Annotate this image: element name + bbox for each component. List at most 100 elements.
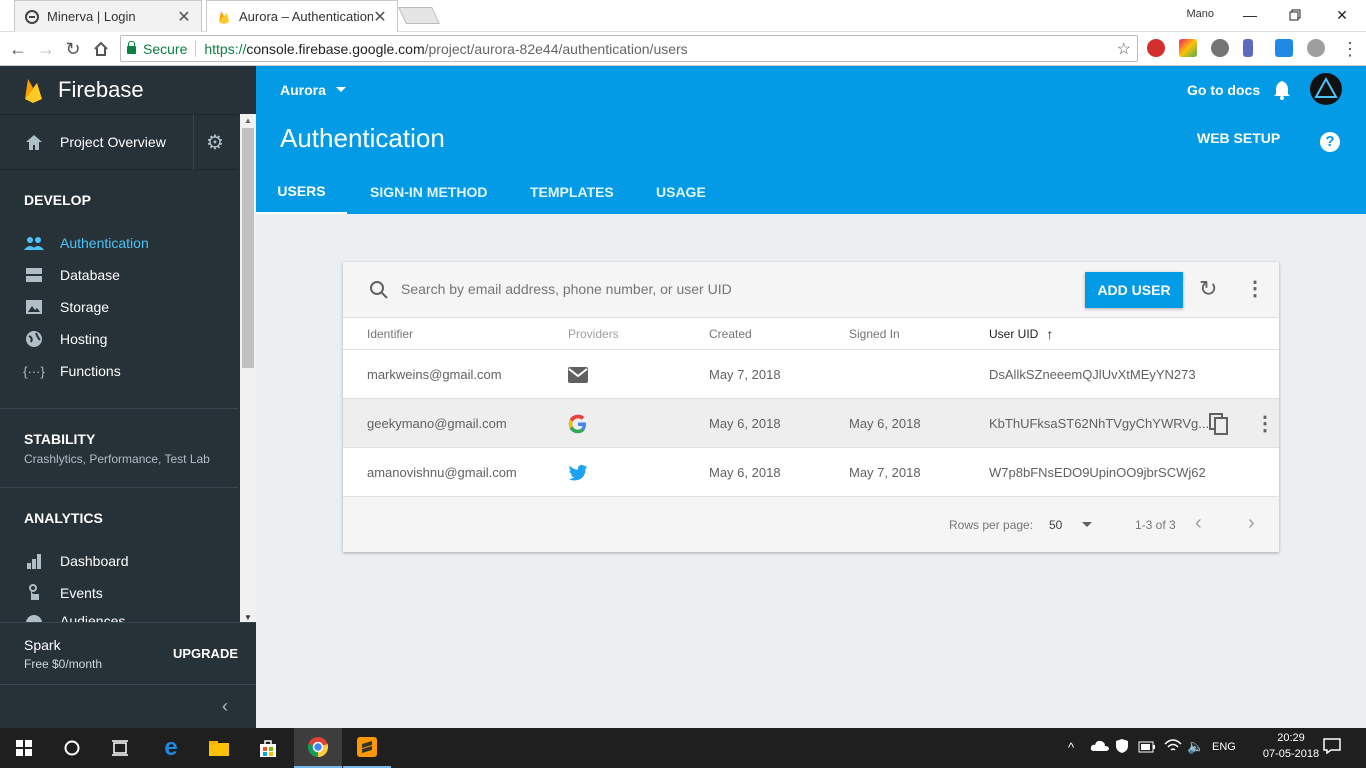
sidebar-item-dashboard[interactable]: Dashboard	[24, 549, 129, 573]
chrome-menu-icon[interactable]: ⋮	[1338, 37, 1362, 61]
previous-page-icon[interactable]: ‹	[1195, 512, 1202, 535]
go-to-docs-link[interactable]: Go to docs	[1187, 82, 1260, 98]
close-tab-icon[interactable]: ✕	[177, 7, 191, 27]
extension-icon[interactable]	[1179, 39, 1197, 57]
uid-cell: KbThUFksaST62NhTVgyChYWRVg...	[989, 416, 1210, 431]
row-more-vert-icon[interactable]: ⋮	[1255, 399, 1275, 448]
column-header-created[interactable]: Created	[709, 318, 752, 350]
table-row[interactable]: amanovishnu@gmail.com May 6, 2018 May 7,…	[343, 447, 1279, 496]
browser-tab-minerva[interactable]: Minerva | Login ✕	[14, 0, 202, 32]
edge-icon[interactable]: e	[147, 728, 195, 768]
next-page-icon[interactable]: ›	[1248, 512, 1255, 535]
users-table-card: ADD USER ↻ ⋮ Identifier Providers Create…	[343, 262, 1279, 552]
tab-users[interactable]: USERS	[256, 170, 347, 214]
copy-uid-icon[interactable]	[1209, 399, 1229, 448]
plan-section: Spark Free $0/month UPGRADE	[0, 622, 256, 684]
browser-profile-name[interactable]: Mano	[1186, 8, 1214, 20]
search-input[interactable]	[401, 276, 1001, 302]
tab-usage[interactable]: USAGE	[656, 170, 706, 214]
address-bar[interactable]: Secure https://console.firebase.google.c…	[120, 35, 1138, 62]
page-header: Aurora Go to docs Authentication WEB SET…	[256, 66, 1366, 214]
language-indicator[interactable]: ENG	[1212, 741, 1236, 753]
identifier-cell: geekymano@gmail.com	[367, 416, 507, 431]
upgrade-button[interactable]: UPGRADE	[173, 646, 238, 661]
stability-heading[interactable]: STABILITY	[24, 431, 95, 447]
twitter-provider-icon	[568, 448, 588, 497]
adblock-extension-icon[interactable]	[1147, 39, 1165, 57]
plan-price: Free $0/month	[24, 657, 103, 671]
scroll-down-icon[interactable]: ▼	[244, 613, 252, 622]
column-header-identifier[interactable]: Identifier	[367, 318, 413, 350]
eyedropper-extension-icon[interactable]	[1243, 39, 1253, 57]
globe-icon	[24, 613, 44, 622]
extension-icon[interactable]	[1307, 39, 1325, 57]
forward-icon[interactable]: →	[34, 37, 58, 61]
help-icon[interactable]: ?	[1320, 132, 1340, 152]
reload-icon[interactable]: ↻	[61, 37, 85, 61]
refresh-icon[interactable]: ↻	[1199, 276, 1217, 302]
sidebar-item-audiences[interactable]: Audiences	[24, 613, 125, 622]
sidebar-item-authentication[interactable]: Authentication	[24, 231, 149, 255]
show-hidden-icons-icon[interactable]: ^	[1068, 740, 1074, 755]
browser-tab-aurora[interactable]: Aurora – Authentication - ✕	[206, 0, 398, 32]
onedrive-icon[interactable]	[1090, 738, 1110, 757]
close-tab-icon[interactable]: ✕	[373, 7, 387, 27]
secure-indicator[interactable]: Secure	[127, 40, 187, 57]
home-icon[interactable]	[89, 37, 113, 61]
task-view-icon[interactable]	[96, 728, 144, 768]
sidebar-item-database[interactable]: Database	[24, 263, 120, 287]
signed-in-cell: May 6, 2018	[849, 416, 921, 431]
column-header-signed-in[interactable]: Signed In	[849, 318, 900, 350]
close-window-icon[interactable]: ✕	[1330, 4, 1354, 26]
restore-icon[interactable]	[1283, 4, 1307, 26]
firebase-favicon-icon	[217, 10, 231, 24]
sublime-text-icon[interactable]	[343, 728, 391, 768]
firebase-logo[interactable]: Firebase	[0, 66, 256, 114]
column-header-user-uid[interactable]: User UID ↑	[989, 318, 1053, 350]
sidebar-item-events[interactable]: Events	[24, 581, 103, 605]
database-icon	[24, 265, 44, 285]
collapse-sidebar-button[interactable]: ‹	[0, 684, 256, 728]
signed-in-cell: May 7, 2018	[849, 465, 921, 480]
windows-start-icon[interactable]	[0, 728, 48, 768]
tab-templates[interactable]: TEMPLATES	[530, 170, 614, 214]
clock[interactable]: 20:29 07-05-2018	[1262, 732, 1320, 760]
browser-tab-bar: Minerva | Login ✕ Aurora – Authenticatio…	[0, 0, 1366, 32]
table-row[interactable]: markweins@gmail.com May 7, 2018 DsAllkSZ…	[343, 349, 1279, 398]
project-overview-link[interactable]: Project Overview	[0, 114, 194, 170]
more-vert-icon[interactable]: ⋮	[1245, 276, 1265, 301]
store-icon[interactable]	[244, 728, 292, 768]
cortana-search-icon[interactable]	[48, 728, 96, 768]
scrollbar-thumb[interactable]	[242, 128, 254, 368]
rows-per-page-select[interactable]: 50	[1049, 518, 1093, 532]
bookmark-star-icon[interactable]: ☆	[1117, 39, 1131, 59]
web-setup-button[interactable]: WEB SETUP	[1197, 130, 1280, 146]
sidebar-scrollbar[interactable]: ▲ ▼	[240, 114, 256, 624]
extension-icon[interactable]	[1211, 39, 1229, 57]
sidebar-item-functions[interactable]: {···} Functions	[23, 359, 121, 383]
add-user-button[interactable]: ADD USER	[1085, 272, 1183, 308]
notifications-bell-icon[interactable]	[1273, 80, 1291, 100]
scroll-up-icon[interactable]: ▲	[244, 116, 252, 125]
sidebar-item-hosting[interactable]: Hosting	[24, 327, 107, 351]
tab-sign-in-method[interactable]: SIGN-IN METHOD	[370, 170, 487, 214]
wifi-icon[interactable]	[1164, 738, 1182, 759]
avatar[interactable]	[1310, 73, 1342, 105]
sidebar-item-storage[interactable]: Storage	[24, 295, 109, 319]
identifier-cell: markweins@gmail.com	[367, 367, 502, 382]
volume-icon[interactable]: 🔈	[1187, 738, 1204, 755]
touch-icon	[24, 583, 44, 603]
defender-icon[interactable]	[1115, 738, 1129, 759]
chrome-taskbar-icon[interactable]	[294, 728, 342, 768]
tab-title: Aurora – Authentication -	[239, 9, 373, 24]
file-explorer-icon[interactable]	[195, 728, 243, 768]
minimize-icon[interactable]: —	[1238, 4, 1262, 26]
new-tab-button[interactable]	[398, 7, 440, 24]
extension-icon[interactable]	[1275, 39, 1293, 57]
back-icon[interactable]: ←	[6, 37, 30, 61]
action-center-icon[interactable]	[1323, 738, 1341, 759]
battery-icon[interactable]	[1138, 740, 1156, 758]
project-selector[interactable]: Aurora	[280, 82, 346, 98]
table-row[interactable]: geekymano@gmail.com May 6, 2018 May 6, 2…	[343, 398, 1279, 447]
settings-gear-icon[interactable]: ⚙	[206, 130, 224, 155]
